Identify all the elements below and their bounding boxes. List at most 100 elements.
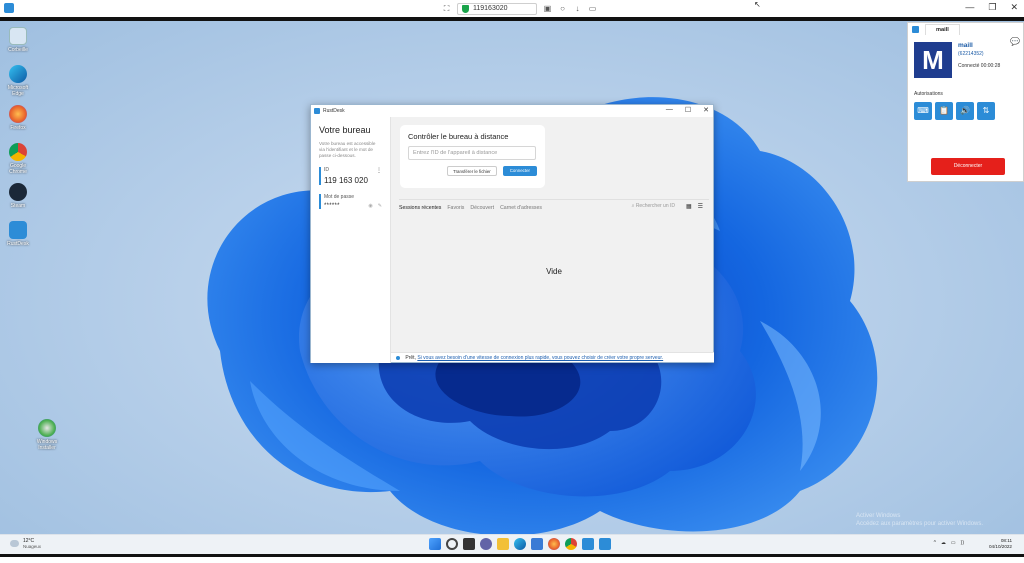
maximize-icon[interactable]: ☐	[685, 106, 691, 114]
volume-icon[interactable]: ))	[961, 540, 964, 546]
search-box[interactable]: ⌕ Rechercher un ID	[632, 203, 675, 209]
status-link[interactable]: Si vous avez besoin d'une vitesse de con…	[417, 355, 663, 361]
desktop-icon-recycle-bin[interactable]: Corbeille	[4, 27, 32, 53]
network-icon[interactable]: ▭	[951, 540, 956, 546]
window-controls: — ❐ ✕	[965, 2, 1018, 13]
audio-icon[interactable]: 🔊	[956, 102, 974, 120]
desktop-icon-installer[interactable]: Windows Installer	[33, 419, 61, 451]
desktop-icon-label: Google Chrome	[9, 163, 27, 175]
weather-condition: Nuageux	[23, 544, 42, 549]
firefox-icon	[9, 105, 27, 123]
tab-address-book[interactable]: Carnet d'adresses	[500, 205, 542, 211]
desktop-icon-label: Corbeille	[8, 47, 28, 53]
close-icon[interactable]: ✕	[1010, 2, 1018, 13]
display-icon[interactable]: ⛶	[442, 4, 451, 13]
password-actions: ◉ ✎	[368, 203, 382, 209]
weather-widget[interactable]: 12°C Nuageux	[10, 538, 41, 549]
task-view-icon[interactable]	[463, 538, 475, 550]
session-tabs: Sessions récentes Favoris Découvert Carn…	[399, 199, 709, 211]
clock[interactable]: 08:11 04/10/2022	[989, 538, 1012, 550]
desktop-icon-edge[interactable]: Microsoft Edge	[4, 65, 32, 97]
list-view-icon[interactable]: ☰	[698, 203, 703, 210]
tab-recent-sessions[interactable]: Sessions récentes	[399, 205, 441, 211]
more-options-icon[interactable]: ⋮	[376, 167, 382, 174]
your-desktop-heading: Votre bureau	[319, 125, 371, 135]
bottom-border	[0, 554, 1024, 563]
mic-icon[interactable]: ↓	[573, 4, 582, 13]
file-transfer-icon[interactable]: ⇅	[977, 102, 995, 120]
your-desktop-description: Votre bureau est accessible via l'identi…	[319, 141, 376, 158]
clipboard-icon[interactable]: 📋	[935, 102, 953, 120]
desktop-icon-steam[interactable]: Steam	[4, 183, 32, 209]
id-block: ID 119 163 020 ⋮	[319, 167, 382, 185]
tray-overflow-icon[interactable]: ^	[934, 540, 936, 546]
empty-label: Vide	[546, 267, 562, 276]
restore-icon[interactable]: ❐	[988, 2, 996, 13]
firefox-icon[interactable]	[548, 538, 560, 550]
remote-id-input[interactable]: Entrez l'ID de l'appareil à distance	[408, 146, 536, 160]
rustdesk-icon[interactable]	[582, 538, 594, 550]
desktop-icon-firefox[interactable]: Firefox	[4, 105, 32, 131]
chat-icon[interactable]: ○	[558, 4, 567, 13]
remote-id-box[interactable]: 119163020	[457, 2, 537, 15]
watermark-line2: Accédez aux paramètres pour activer Wind…	[856, 521, 984, 527]
edge-icon	[9, 65, 27, 83]
close-icon[interactable]: ✕	[703, 106, 709, 114]
rustdesk-icon	[912, 26, 919, 33]
chat-icon[interactable]	[480, 538, 492, 550]
minimize-icon[interactable]: —	[666, 106, 673, 114]
menu-icon[interactable]: ▣	[543, 4, 552, 13]
rustdesk-icon[interactable]	[599, 538, 611, 550]
client-name: maill	[958, 42, 973, 49]
steam-icon	[9, 183, 27, 201]
chrome-icon	[9, 143, 27, 161]
disconnect-button[interactable]: Déconnecter	[931, 158, 1005, 175]
installer-icon	[38, 419, 56, 437]
file-explorer-icon[interactable]	[497, 538, 509, 550]
grid-view-icon[interactable]: ▦	[686, 203, 692, 210]
desktop-icon-label: Microsoft Edge	[7, 85, 29, 97]
tab-favorites[interactable]: Favoris	[447, 205, 464, 211]
store-icon[interactable]	[531, 538, 543, 550]
system-tray: ^ ☁ ▭ ))	[934, 540, 964, 546]
tab-client[interactable]: maill	[925, 24, 960, 35]
desktop-icon-label: Firefox	[10, 125, 26, 131]
connection-status: Connecté 00:00:28	[958, 63, 1001, 69]
toolbar-center: ⛶ 119163020 ▣ ○ ↓ ▭	[442, 2, 597, 15]
connect-button[interactable]: Connecter	[502, 166, 537, 176]
minimize-icon[interactable]: —	[965, 2, 974, 13]
id-value[interactable]: 119 163 020	[324, 176, 382, 185]
desktop-icon-chrome[interactable]: Google Chrome	[4, 143, 32, 175]
tab-discovered[interactable]: Découvert	[470, 205, 494, 211]
desktop-icon-label: RustDesk	[7, 241, 29, 247]
desktop-icon-rustdesk[interactable]: RustDesk	[4, 221, 32, 247]
id-label: ID	[324, 167, 329, 173]
edge-icon[interactable]	[514, 538, 526, 550]
connection-tabs: maill	[908, 23, 1023, 35]
onedrive-icon[interactable]: ☁	[941, 540, 946, 546]
remote-toolbar: ⛶ 119163020 ▣ ○ ↓ ▭ ↖ — ❐ ✕	[0, 0, 1024, 17]
show-password-icon[interactable]: ◉	[368, 203, 372, 209]
client-id: (62214352)	[958, 51, 984, 57]
monitor-icon[interactable]: ▭	[588, 4, 597, 13]
rustdesk-icon[interactable]	[4, 3, 14, 13]
chat-icon[interactable]: 💬	[1010, 37, 1020, 46]
password-label: Mot de passe	[324, 194, 355, 200]
status-ready: Prêt,	[405, 355, 416, 361]
rustdesk-titlebar[interactable]: RustDesk — ☐ ✕	[311, 105, 713, 117]
activation-watermark: Activer Windows Accédez aux paramètres p…	[856, 512, 983, 528]
windows-start-icon[interactable]	[429, 538, 441, 550]
search-input[interactable]: Rechercher un ID	[636, 203, 675, 209]
rustdesk-window: RustDesk — ☐ ✕ Votre bureau Votre bureau…	[310, 104, 714, 363]
transfer-file-button[interactable]: Transférer le fichier	[447, 166, 497, 176]
remote-id: 119163020	[473, 5, 508, 12]
taskbar-apps	[429, 538, 611, 550]
keyboard-icon[interactable]: ⌨	[914, 102, 932, 120]
rustdesk-window-controls: — ☐ ✕	[666, 106, 709, 114]
chrome-icon[interactable]	[565, 538, 577, 550]
bottom-divider	[0, 554, 1024, 557]
desktop-icon-label: Steam	[10, 203, 26, 209]
view-toggle: ▦ ☰	[686, 203, 703, 210]
edit-password-icon[interactable]: ✎	[378, 203, 382, 209]
search-icon[interactable]	[446, 538, 458, 550]
